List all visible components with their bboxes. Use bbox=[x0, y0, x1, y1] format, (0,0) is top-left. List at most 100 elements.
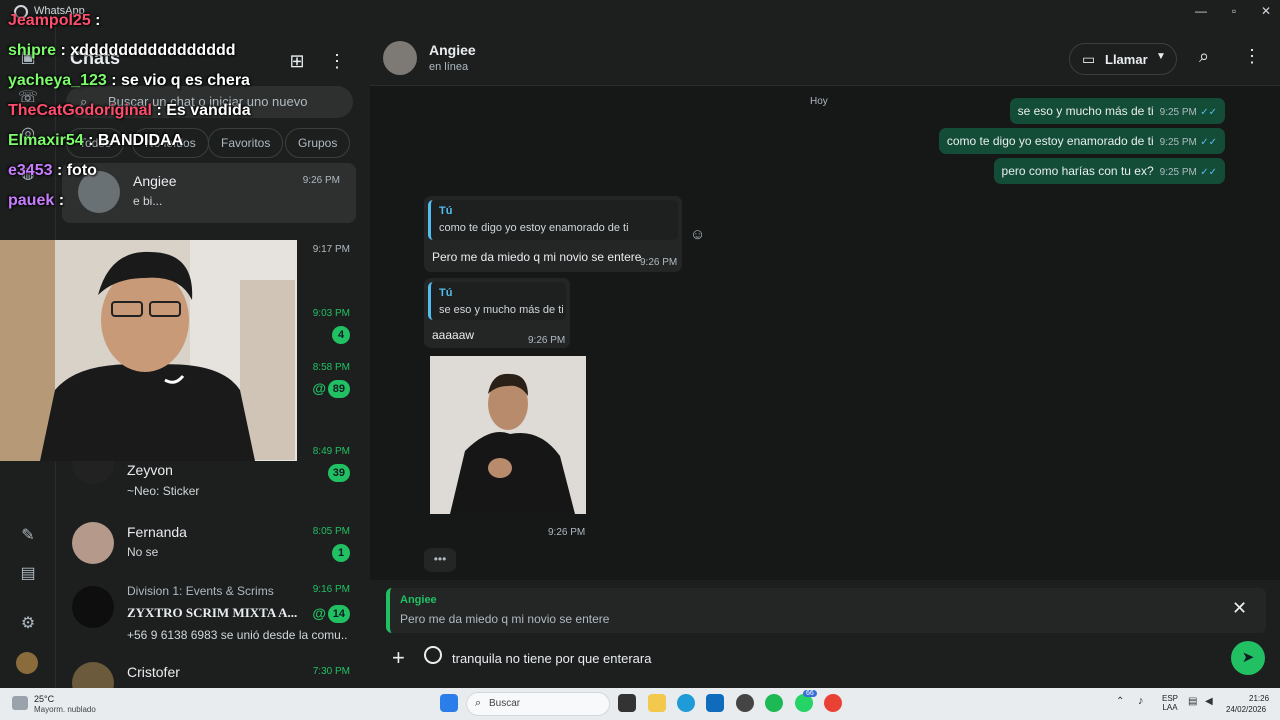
taskbar-search[interactable]: ⌕ Buscar bbox=[466, 692, 610, 716]
close-window-button[interactable]: ✕ bbox=[1251, 4, 1280, 18]
quote-author: Tú bbox=[439, 287, 453, 299]
read-receipt-icon: ✓✓ bbox=[1200, 137, 1217, 148]
webcam-overlay bbox=[0, 240, 297, 461]
volume-icon[interactable]: ◀ bbox=[1205, 696, 1213, 707]
reply-text: Pero me da miedo q mi novio se entere bbox=[400, 612, 610, 626]
incoming-message[interactable]: Tú como te digo yo estoy enamorado de ti… bbox=[424, 196, 682, 272]
unread-badge: 39 bbox=[327, 464, 350, 482]
new-chat-icon[interactable]: ⊞ bbox=[286, 50, 308, 72]
overlay-line: yacheya_123 : se vio q es chera bbox=[8, 72, 250, 89]
menu-icon[interactable]: ⋮ bbox=[1243, 46, 1261, 67]
reply-preview: Angiee Pero me da miedo q mi novio se en… bbox=[386, 588, 1266, 633]
chat-name: Cristofer bbox=[127, 664, 180, 680]
message-text: Pero me da miedo q mi novio se entere bbox=[432, 250, 642, 264]
minimize-button[interactable]: — bbox=[1186, 4, 1216, 18]
edge-icon[interactable] bbox=[677, 694, 695, 712]
quoted-message[interactable]: Tú como te digo yo estoy enamorado de ti bbox=[428, 200, 678, 240]
lang-code: ESP bbox=[1162, 694, 1179, 703]
overlay-line: pauek : bbox=[8, 192, 65, 209]
clock-date[interactable]: 24/02/2026 bbox=[1226, 705, 1266, 714]
message-time: 9:25 PM bbox=[1159, 167, 1197, 178]
close-icon[interactable]: ✕ bbox=[1232, 598, 1247, 619]
obs-icon[interactable] bbox=[736, 694, 754, 712]
mic-icon[interactable]: ♪ bbox=[1138, 695, 1144, 707]
starred-icon[interactable]: ✎ bbox=[16, 524, 40, 548]
chat-time: 9:26 PM bbox=[302, 175, 340, 186]
task-view-icon[interactable] bbox=[618, 694, 636, 712]
weather-icon[interactable] bbox=[12, 696, 28, 710]
network-icon[interactable]: ▤ bbox=[1188, 696, 1197, 707]
overlay-line: Jeampol25 : bbox=[8, 12, 101, 29]
spotify-icon[interactable] bbox=[765, 694, 783, 712]
conversation-header: Angiee en línea ▭ Llamar ▼ ⌕ ⋮ bbox=[370, 24, 1280, 86]
contact-name[interactable]: Angiee bbox=[429, 42, 476, 58]
lang-layout: LAA bbox=[1162, 703, 1178, 712]
message-text: como te digo yo estoy enamorado de ti bbox=[946, 134, 1154, 148]
composer: + ➤ bbox=[386, 637, 1266, 677]
search-icon: ⌕ bbox=[475, 697, 482, 709]
settings-icon[interactable]: ⚙ bbox=[16, 612, 40, 636]
incoming-message[interactable]: Tú se eso y mucho más de ti aaaaaw 9:26 … bbox=[424, 278, 570, 348]
start-icon[interactable] bbox=[440, 694, 458, 712]
filter-groups[interactable]: Grupos bbox=[285, 128, 351, 158]
chat-time: 9:03 PM bbox=[312, 308, 350, 319]
typing-indicator: ••• bbox=[424, 548, 456, 572]
clock-time[interactable]: 21:26 bbox=[1249, 694, 1269, 703]
chat-preview: +56 9 6138 6983 se unió desde la comu... bbox=[127, 628, 347, 642]
quote-text: se eso y mucho más de ti bbox=[439, 304, 564, 316]
chrome-icon[interactable] bbox=[824, 694, 842, 712]
call-button[interactable]: ▭ Llamar ▼ bbox=[1069, 43, 1177, 75]
message-time: 9:25 PM bbox=[1159, 107, 1197, 118]
emoji-icon[interactable] bbox=[424, 646, 442, 664]
message-time: 9:25 PM bbox=[1159, 137, 1197, 148]
image-message[interactable] bbox=[430, 356, 586, 514]
avatar bbox=[72, 522, 114, 564]
taskbar-search-placeholder: Buscar bbox=[489, 698, 521, 709]
weather-temp[interactable]: 25°C bbox=[34, 694, 54, 704]
chat-name: Fernanda bbox=[127, 524, 187, 540]
input-language[interactable]: ESP LAA bbox=[1162, 694, 1178, 712]
title-bar: WhatsApp — ▫ ✕ bbox=[0, 0, 1280, 24]
overlay-line: TheCatGodoriginal : Es vandida bbox=[8, 102, 251, 119]
maximize-button[interactable]: ▫ bbox=[1219, 4, 1249, 18]
photo-image bbox=[430, 356, 586, 514]
send-button[interactable]: ➤ bbox=[1231, 641, 1265, 675]
overlay-line: shipre : xdddddddddddddddd bbox=[8, 42, 236, 59]
chevron-up-icon[interactable]: ⌃ bbox=[1116, 696, 1124, 707]
attach-plus-icon[interactable]: + bbox=[392, 645, 405, 671]
contact-avatar[interactable] bbox=[383, 41, 417, 75]
weather-desc[interactable]: Mayorm. nublado bbox=[34, 705, 96, 714]
outgoing-message[interactable]: pero como harías con tu ex? 9:25 PM ✓✓ bbox=[993, 158, 1225, 184]
outgoing-message[interactable]: se eso y mucho más de ti 9:25 PM ✓✓ bbox=[1009, 98, 1225, 124]
message-time: 9:26 PM bbox=[548, 527, 586, 538]
filter-favorites[interactable]: Favoritos bbox=[208, 128, 284, 158]
chat-name: Angiee bbox=[133, 173, 177, 189]
file-explorer-icon[interactable] bbox=[648, 694, 666, 712]
chat-time: 8:05 PM bbox=[312, 526, 350, 537]
chat-item-division1[interactable]: Division 1: Events & Scrims 9:16 PM ZYXT… bbox=[56, 578, 366, 648]
media-icon[interactable]: ▤ bbox=[16, 562, 40, 586]
message-text: se eso y mucho más de ti bbox=[1017, 104, 1154, 118]
message-input[interactable] bbox=[450, 647, 1190, 669]
taskbar: 25°C Mayorm. nublado ⌕ Buscar 66 ⌃ ♪ ESP… bbox=[0, 688, 1280, 720]
call-label: Llamar bbox=[1105, 52, 1148, 67]
chat-name: ZYXTRO SCRIM MIXTA A... bbox=[127, 605, 297, 620]
profile-avatar[interactable] bbox=[16, 652, 38, 674]
whatsapp-badge: 66 bbox=[803, 690, 817, 697]
chat-item-fernanda[interactable]: Fernanda 8:05 PM No se 1 bbox=[56, 514, 366, 574]
quoted-message[interactable]: Tú se eso y mucho más de ti bbox=[428, 282, 566, 320]
chat-preview: e bi... bbox=[133, 194, 163, 208]
menu-icon[interactable]: ⋮ bbox=[326, 50, 348, 72]
mention-icon: @ bbox=[312, 380, 326, 396]
unread-badge: 89 bbox=[327, 380, 350, 398]
unread-badge: 1 bbox=[332, 544, 350, 562]
react-emoji-icon[interactable]: ☺ bbox=[690, 226, 705, 243]
chat-item-angiee[interactable]: Angiee 9:26 PM e bi... bbox=[62, 163, 356, 223]
message-time: 9:26 PM bbox=[528, 335, 566, 346]
search-icon[interactable]: ⌕ bbox=[1199, 46, 1209, 67]
chat-time: 8:49 PM bbox=[312, 446, 350, 457]
message-time: 9:26 PM bbox=[640, 257, 678, 268]
chat-preview: No se bbox=[127, 545, 159, 559]
outgoing-message[interactable]: como te digo yo estoy enamorado de ti 9:2… bbox=[938, 128, 1225, 154]
store-icon[interactable] bbox=[706, 694, 724, 712]
